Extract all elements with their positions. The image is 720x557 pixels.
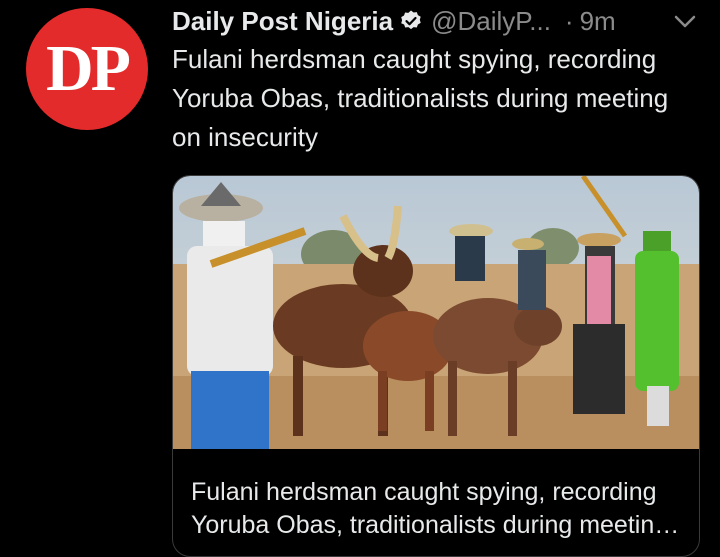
card-image bbox=[173, 176, 699, 449]
verified-badge-icon bbox=[401, 10, 421, 30]
tweet-text: Fulani herdsman caught spying, recording… bbox=[172, 44, 669, 152]
link-card[interactable]: Fulani herdsman caught spying, recording… bbox=[172, 175, 700, 557]
avatar[interactable]: DP bbox=[26, 8, 148, 130]
user-handle[interactable]: @DailyP... bbox=[431, 6, 551, 37]
tweet-header: Daily Post Nigeria @DailyP... · 9m bbox=[172, 3, 698, 39]
timestamp[interactable]: 9m bbox=[580, 6, 616, 37]
chevron-down-icon[interactable] bbox=[672, 9, 698, 35]
avatar-logo-text: DP bbox=[46, 32, 131, 105]
display-name[interactable]: Daily Post Nigeria bbox=[172, 6, 393, 37]
separator-dot: · bbox=[564, 5, 574, 36]
card-title: Fulani herdsman caught spying, recording… bbox=[191, 478, 669, 539]
